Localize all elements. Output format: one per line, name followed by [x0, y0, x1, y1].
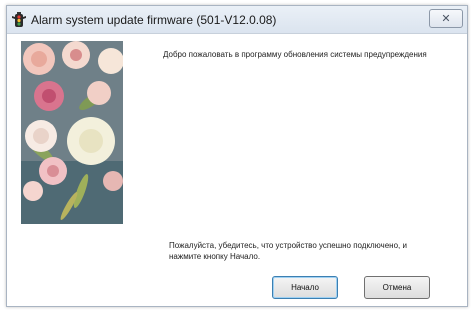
close-icon: ✕: [441, 13, 451, 25]
welcome-message: Добро пожаловать в программу обновления …: [163, 50, 427, 59]
cancel-button[interactable]: Отмена: [364, 276, 430, 299]
traffic-light-icon: [12, 12, 26, 27]
start-button[interactable]: Начало: [272, 276, 338, 299]
title-bar[interactable]: Alarm system update firmware (501-V12.0.…: [7, 6, 467, 34]
instruction-message: Пожалуйста, убедитесь, что устройство ус…: [169, 241, 407, 261]
installer-window: Alarm system update firmware (501-V12.0.…: [6, 5, 468, 307]
close-button[interactable]: ✕: [429, 9, 463, 28]
window-title: Alarm system update firmware (501-V12.0.…: [31, 13, 277, 27]
flower-bouquet-image: [21, 41, 123, 224]
wizard-content: Добро пожаловать в программу обновления …: [7, 34, 467, 306]
